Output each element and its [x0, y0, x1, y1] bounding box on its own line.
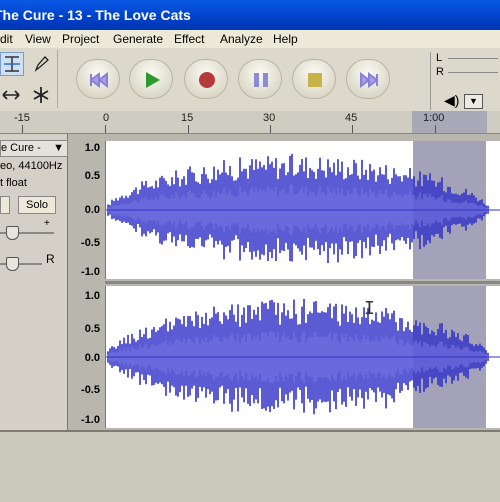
gain-slider-handle[interactable] — [6, 226, 19, 240]
pencil-icon[interactable] — [30, 53, 52, 75]
toolbar-separator — [57, 50, 58, 108]
waveform-right-channel[interactable] — [105, 286, 500, 428]
skip-end-button[interactable] — [346, 59, 390, 99]
ruler-label: -15 — [14, 112, 30, 124]
waveform-graphic — [106, 153, 500, 263]
stop-icon — [308, 73, 322, 87]
gain-plus-label: + — [44, 218, 50, 229]
scale-label: 0.0 — [84, 352, 100, 364]
dropdown-arrow-icon: ▼ — [53, 142, 64, 154]
amplitude-scale-left: 1.0 0.5 0.0 -0.5 -1.0 — [68, 134, 104, 279]
title-bar: The Cure - 13 - The Love Cats — [0, 0, 500, 30]
track-area: e Cure - ▼ eo, 44100Hz t float Solo + R … — [0, 134, 500, 430]
skip-start-icon — [89, 72, 108, 88]
scale-label: 0.5 — [84, 170, 100, 182]
pause-button[interactable] — [238, 59, 282, 99]
menu-project[interactable]: Project — [62, 32, 99, 46]
waveform-left-channel[interactable] — [105, 141, 500, 279]
timeshift-icon[interactable] — [0, 84, 22, 106]
menu-effect[interactable]: Effect — [174, 32, 204, 46]
record-icon — [199, 72, 215, 88]
scale-label: -1.0 — [81, 414, 100, 426]
status-area — [0, 430, 500, 502]
meter-right-label: R — [436, 66, 444, 78]
record-button[interactable] — [184, 59, 228, 99]
track-format: eo, 44100Hz — [0, 160, 63, 172]
menu-bar: dit View Project Generate Effect Analyze… — [0, 30, 500, 48]
ruler-label: 15 — [181, 112, 194, 124]
ruler-label: 1:00 — [423, 112, 445, 124]
solo-button[interactable]: Solo — [18, 196, 56, 214]
track-name: e Cure - — [1, 142, 41, 154]
level-meter: L R ◀) ▼ — [430, 52, 500, 110]
timeline-ruler[interactable]: -15 0 15 30 45 1:00 — [0, 111, 500, 134]
scale-label: 0.0 — [84, 204, 100, 216]
skip-start-button[interactable] — [76, 59, 120, 99]
stop-button[interactable] — [292, 59, 336, 99]
ruler-label: 30 — [263, 112, 276, 124]
scale-label: 0.5 — [84, 323, 100, 335]
meter-dropdown-icon[interactable]: ▼ — [464, 94, 483, 109]
scale-label: 1.0 — [84, 142, 100, 154]
menu-generate[interactable]: Generate — [113, 32, 163, 46]
menu-help[interactable]: Help — [273, 32, 298, 46]
pan-right-label: R — [46, 252, 55, 266]
mute-button[interactable] — [0, 196, 10, 214]
track-control-panel: e Cure - ▼ eo, 44100Hz t float Solo + R — [0, 134, 68, 430]
scale-label: -0.5 — [81, 384, 100, 396]
select-tool-icon[interactable] — [0, 52, 24, 76]
ruler-label: 45 — [345, 112, 358, 124]
multi-tool-icon[interactable] — [30, 84, 52, 106]
play-button[interactable] — [129, 59, 173, 99]
volume-icon[interactable]: ◀) — [444, 92, 459, 109]
menu-view[interactable]: View — [25, 32, 51, 46]
window-title: The Cure - 13 - The Love Cats — [0, 7, 191, 23]
track-name-dropdown[interactable]: e Cure - ▼ — [0, 140, 68, 157]
menu-analyze[interactable]: Analyze — [220, 32, 263, 46]
toolbar — [0, 48, 500, 112]
pause-icon — [254, 73, 268, 87]
play-icon — [146, 72, 160, 88]
skip-end-icon — [360, 72, 379, 88]
ruler-label: 0 — [103, 112, 110, 124]
scale-label: -0.5 — [81, 237, 100, 249]
waveform-graphic — [106, 298, 500, 415]
pan-slider-handle[interactable] — [6, 257, 19, 271]
amplitude-scale-right: 1.0 0.5 0.0 -0.5 -1.0 — [68, 286, 104, 430]
meter-left-label: L — [436, 52, 443, 64]
track-sample-type: t float — [0, 177, 27, 189]
text-cursor-icon: I — [364, 298, 375, 319]
menu-edit[interactable]: dit — [0, 32, 13, 46]
scale-label: -1.0 — [81, 266, 100, 278]
scale-label: 1.0 — [84, 290, 100, 302]
channel-divider — [105, 281, 500, 284]
